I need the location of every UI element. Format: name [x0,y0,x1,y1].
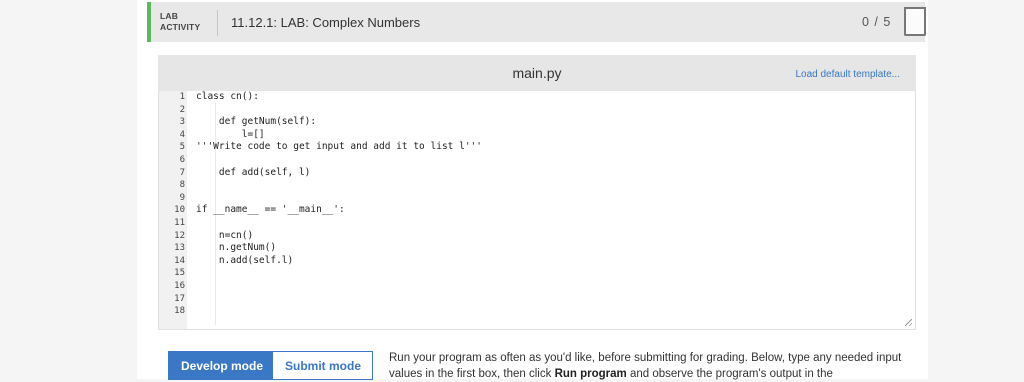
badge-line-2: ACTIVITY [160,22,201,32]
line-number: 18 [174,306,185,317]
submit-mode-button[interactable]: Submit mode [272,351,373,380]
code-line: n.add(self.l) [196,254,294,266]
badge-line-1: LAB [160,11,179,21]
code-line: n.getNum() [196,242,277,254]
code-line: if __name__ == '__main__': [196,204,345,216]
line-number: 9 [179,192,185,203]
line-number: 1 [179,92,185,102]
line-number: 4 [179,129,185,140]
load-default-template-link[interactable]: Load default template... [795,69,900,80]
completion-shield-icon [904,7,926,36]
lab-title: 11.12.1: LAB: Complex Numbers [231,15,421,30]
line-number: 17 [174,293,185,304]
line-number: 5 [179,142,185,153]
instructions-text-2: and observe the program's output in the [626,368,833,380]
code-line: '''Write code to get input and add it to… [196,141,482,153]
line-number: 10 [174,205,185,216]
line-number: 8 [179,180,185,191]
line-number: 11 [174,218,185,228]
code-line: l=[] [196,128,265,140]
score-text: 0 / 5 [862,15,892,29]
line-number: 14 [174,255,185,266]
run-program-mention: Run program [554,368,627,380]
line-number: 15 [174,268,185,279]
code-editor[interactable]: 1 class cn(): 2 3 def getNum(self): 4 l=[] 5 '… [158,91,916,330]
code-line: n=cn() [196,229,254,241]
code-line: def add(self, l) [196,166,311,178]
line-number: 6 [179,155,185,165]
lab-header: LAB ACTIVITY 11.12.1: LAB: Complex Numbe… [147,2,926,42]
code-line: def getNum(self): [196,116,317,128]
line-number: 13 [174,243,185,254]
run-instructions: Run your program as often as you'd like,… [389,350,919,382]
line-number: 2 [179,104,185,115]
line-number: 16 [174,281,185,291]
editor-toolbar: main.py Load default template... [158,55,916,91]
resize-handle-icon[interactable] [905,319,912,326]
header-divider [217,10,218,36]
develop-mode-button[interactable]: Develop mode [168,351,272,380]
line-number: 12 [174,230,185,241]
lab-activity-panel: LAB ACTIVITY 11.12.1: LAB: Complex Numbe… [137,0,928,382]
line-number: 7 [179,167,185,178]
code-line: class cn(): [196,91,259,102]
line-number: 3 [179,117,185,128]
lab-activity-badge: LAB ACTIVITY [160,11,200,33]
